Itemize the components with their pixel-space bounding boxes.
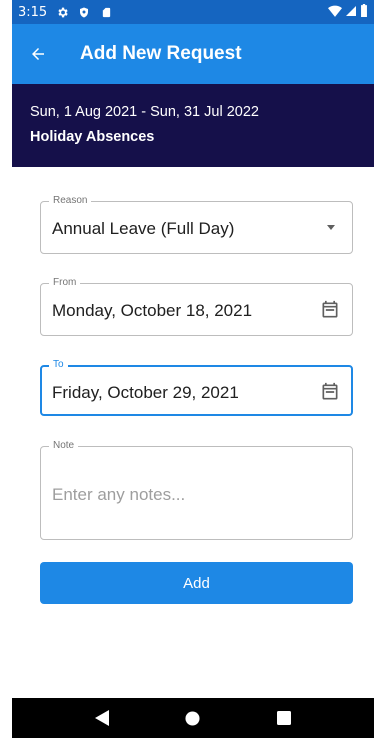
shield-icon [77,5,91,19]
period-range: Sun, 1 Aug 2021 - Sun, 31 Jul 2022 [30,104,259,120]
back-triangle-icon[interactable] [92,708,112,728]
battery-icon [360,4,368,20]
status-time: 3:15 [18,4,48,20]
gear-icon [55,5,69,19]
page-title: Add New Request [80,43,242,64]
calendar-icon[interactable] [320,300,340,320]
status-bar: 3:15 [12,0,374,24]
app-bar: Add New Request [12,24,374,84]
note-placeholder: Enter any notes... [52,485,186,504]
from-label: From [49,277,81,289]
home-circle-icon[interactable] [183,708,203,728]
app-screen: 3:15 Add New Request Sun, 1 Aug 2021 - S… [12,0,374,738]
period-header: Sun, 1 Aug 2021 - Sun, 31 Jul 2022 Holid… [12,84,374,167]
to-date-field[interactable]: To Friday, October 29, 2021 [40,359,353,416]
add-button[interactable]: Add [40,562,353,604]
arrow-left-icon [32,48,44,60]
reason-label: Reason [49,195,92,207]
from-value: Monday, October 18, 2021 [52,301,253,320]
note-field[interactable]: Note Enter any notes... [40,440,353,540]
to-value: Friday, October 29, 2021 [52,383,239,402]
note-label: Note [49,440,79,452]
absence-category: Holiday Absences [30,129,155,145]
dropdown-caret-icon [327,225,335,230]
sd-card-icon [99,5,113,19]
back-button[interactable] [12,24,64,84]
signal-icon [345,5,357,20]
status-right-icons [328,4,368,20]
calendar-icon[interactable] [320,382,340,402]
system-nav-bar [12,698,374,738]
from-date-field[interactable]: From Monday, October 18, 2021 [40,277,353,336]
reason-value: Annual Leave (Full Day) [52,219,235,238]
reason-select[interactable]: Reason Annual Leave (Full Day) [40,195,353,254]
recents-square-icon[interactable] [274,708,294,728]
to-label: To [49,359,68,371]
wifi-icon [328,5,342,20]
